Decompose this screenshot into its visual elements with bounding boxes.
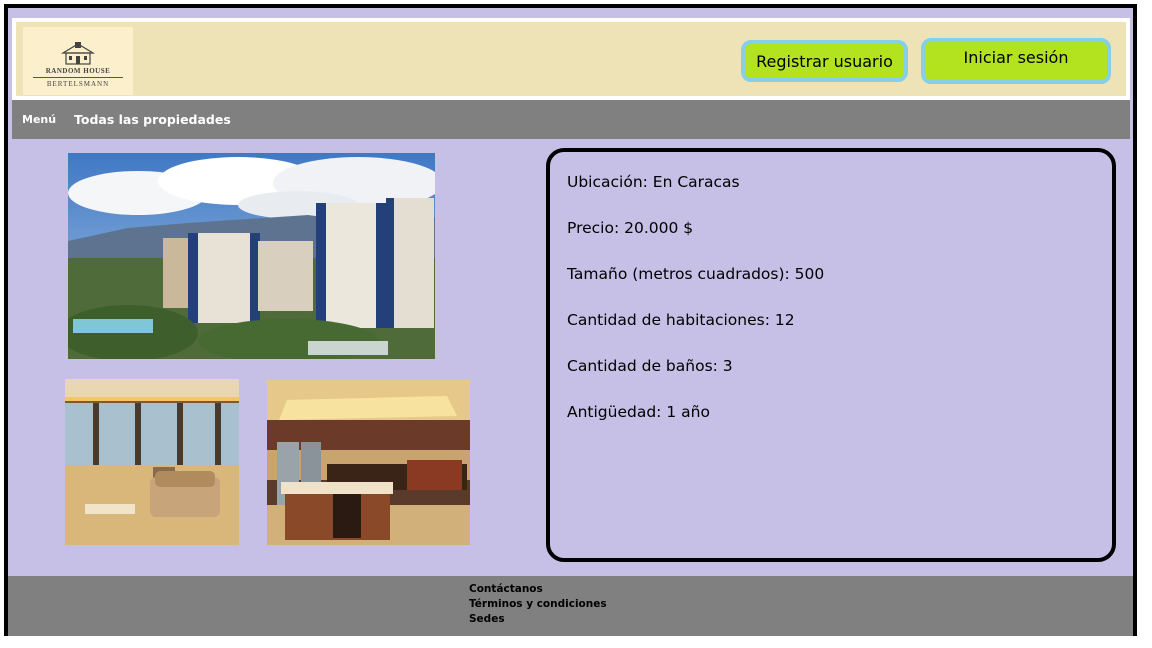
footer-terms-link[interactable]: Términos y condiciones <box>469 597 1133 612</box>
logo-line-1: RANDOM HOUSE <box>45 67 111 75</box>
header: RANDOM HOUSE BERTELSMANN Registrar usuar… <box>12 18 1130 100</box>
location-text: Ubicación: En Caracas <box>567 173 740 191</box>
house-logo-icon <box>60 42 96 65</box>
footer: Contáctanos Términos y condiciones Sedes <box>8 576 1133 636</box>
kitchen-photo[interactable] <box>267 380 470 545</box>
footer-contact-link[interactable]: Contáctanos <box>469 582 1133 597</box>
nav-menu-link[interactable]: Menú <box>22 113 56 126</box>
rooms-text: Cantidad de habitaciones: 12 <box>567 311 795 329</box>
building-exterior-photo[interactable] <box>68 153 435 359</box>
login-button[interactable]: Iniciar sesión <box>921 38 1111 84</box>
price-text: Precio: 20.000 $ <box>567 219 694 237</box>
size-text: Tamaño (metros cuadrados): 500 <box>567 265 825 283</box>
nav-all-properties-link[interactable]: Todas las propiedades <box>74 112 231 127</box>
bathrooms-text: Cantidad de baños: 3 <box>567 357 733 375</box>
property-details-panel: Ubicación: En Caracas Precio: 20.000 $ T… <box>546 148 1116 562</box>
living-room-photo[interactable] <box>65 379 239 545</box>
logo-line-2: BERTELSMANN <box>46 80 110 88</box>
logo-divider <box>33 77 123 78</box>
nav-bar: Menú Todas las propiedades <box>12 100 1130 139</box>
page-frame: RANDOM HOUSE BERTELSMANN Registrar usuar… <box>4 4 1137 636</box>
brand-logo[interactable]: RANDOM HOUSE BERTELSMANN <box>23 27 133 95</box>
footer-branches-link[interactable]: Sedes <box>469 612 1133 627</box>
register-button[interactable]: Registrar usuario <box>741 40 908 82</box>
age-text: Antigüedad: 1 año <box>567 403 710 421</box>
